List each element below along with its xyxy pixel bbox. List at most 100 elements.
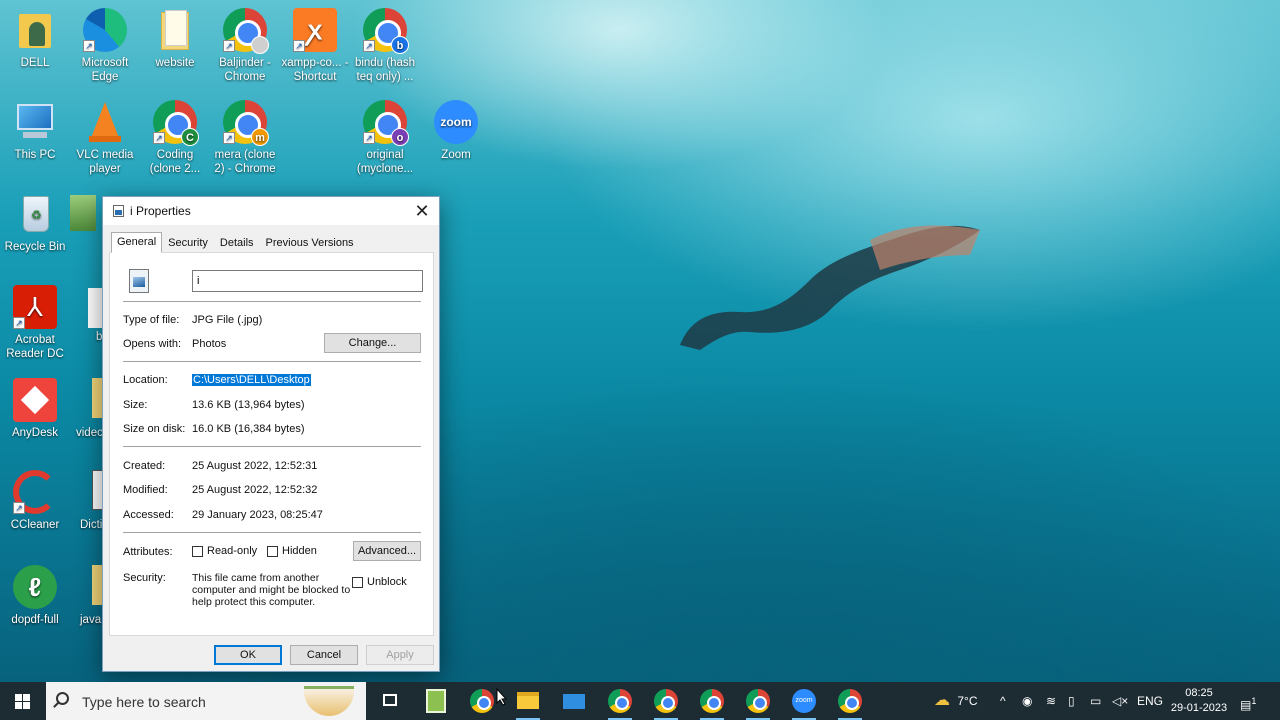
change-button[interactable]: Change... (324, 333, 421, 353)
chrome-icon (746, 689, 770, 713)
ok-button[interactable]: OK (214, 645, 282, 665)
desktop-icon-label: xampp-co... - Shortcut (281, 57, 349, 83)
desktop-icon-label: VLC media player (76, 149, 134, 175)
battery-icon: ▭ (1090, 694, 1102, 708)
desktop-icon-label: original (myclone... (356, 149, 414, 175)
security-label: Security: (123, 572, 166, 584)
chevron-up-icon: ^ (1000, 694, 1006, 708)
anydesk-icon (13, 378, 57, 422)
desktop-icon-baljinder-chrome[interactable]: ↗ Baljinder - Chrome (210, 8, 280, 84)
recycle-bin-icon: ♻ (13, 192, 57, 236)
language-indicator[interactable]: ENG (1137, 682, 1163, 720)
taskbar-app-chrome-1[interactable] (600, 686, 640, 720)
tab-security[interactable]: Security (162, 233, 214, 253)
desktop-icon-edge[interactable]: ↗ Microsoft Edge (70, 8, 140, 84)
chrome-icon: o ↗ (363, 100, 409, 146)
desktop-icon-dictionary[interactable]: Dicti (70, 470, 106, 532)
taskbar-app-mail[interactable] (554, 686, 594, 716)
apply-button[interactable]: Apply (366, 645, 434, 665)
dopdf-icon: ℓ (13, 565, 57, 609)
desktop-icon-zoom[interactable]: zoom Zoom (421, 100, 491, 162)
shortcut-arrow-icon: ↗ (83, 40, 95, 52)
device-button[interactable]: ▯ (1068, 682, 1075, 720)
desktop-icon-label: website (155, 57, 195, 69)
desktop-icon-recycle-bin[interactable]: ♻ Recycle Bin (0, 192, 70, 254)
taskbar-app-chrome-3[interactable] (692, 686, 732, 720)
shortcut-arrow-icon: ↗ (13, 502, 25, 514)
volume-button[interactable]: ◁× (1112, 682, 1128, 720)
shortcut-arrow-icon: ↗ (223, 40, 235, 52)
desktop-icon-coding-chrome[interactable]: C ↗ Coding (clone 2... (140, 100, 210, 176)
taskbar-app-file-explorer[interactable] (508, 686, 548, 720)
search-highlight-illustration (304, 686, 354, 716)
wifi-icon: ≋ (1046, 694, 1057, 708)
desktop-icon-label: This PC (14, 149, 56, 161)
unblock-checkbox[interactable]: Unblock (352, 576, 407, 588)
taskbar-app-zoom[interactable]: zoom (784, 686, 824, 720)
chrome-icon: m ↗ (223, 100, 269, 146)
notification-center-button[interactable]: ▤1 (1240, 682, 1256, 720)
desktop-icon-ccleaner[interactable]: ↗ CCleaner (0, 470, 70, 532)
desktop-icon-label: bindu (hash teq only) ... (354, 57, 416, 83)
checkbox-box[interactable] (352, 576, 363, 588)
accessed-label: Accessed: (123, 509, 174, 521)
desktop-icon-anydesk[interactable]: AnyDesk (0, 378, 70, 440)
advanced-button[interactable]: Advanced... (353, 541, 421, 561)
desktop-icon-java-folder[interactable]: java (70, 565, 106, 627)
ccleaner-icon: ↗ (13, 470, 57, 514)
hidden-checkbox[interactable]: Hidden (267, 545, 317, 557)
desktop-icon-dell[interactable]: DELL (0, 8, 70, 70)
close-icon: ✕ (414, 201, 430, 221)
weather-widget[interactable]: ☁ 7°C (934, 682, 977, 720)
shortcut-arrow-icon: ↗ (293, 40, 305, 52)
desktop-icon-website[interactable]: website (140, 8, 210, 70)
desktop-icon-acrobat[interactable]: ⅄ ↗ Acrobat Reader DC (0, 285, 70, 361)
desktop-icon-label: Zoom (441, 149, 471, 161)
show-hidden-icons-button[interactable]: ^ (1000, 682, 1006, 720)
desktop-icon-label: Recycle Bin (4, 241, 66, 253)
checkbox-box[interactable] (192, 545, 203, 557)
task-view-button[interactable] (370, 686, 410, 716)
acrobat-icon: ⅄ ↗ (13, 285, 57, 329)
desktop-icon-xampp[interactable]: ꭗ ↗ xampp-co... - Shortcut (280, 8, 350, 84)
location-value[interactable]: C:\Users\DELL\Desktop (192, 374, 311, 386)
modified-label: Modified: (123, 484, 168, 496)
cancel-button[interactable]: Cancel (290, 645, 358, 665)
desktop-icon-mera-chrome[interactable]: m ↗ mera (clone 2) - Chrome (210, 100, 280, 176)
divider (123, 532, 421, 533)
tab-previous-versions[interactable]: Previous Versions (260, 233, 360, 253)
taskbar-app-chrome-5[interactable] (830, 686, 870, 720)
desktop-icon-label: Microsoft Edge (81, 57, 129, 83)
meet-now-button[interactable]: ◉ (1022, 682, 1032, 720)
taskbar-app-chrome-4[interactable] (738, 686, 778, 720)
checkbox-box[interactable] (267, 545, 278, 557)
filename-input[interactable] (192, 270, 423, 292)
desktop-icon-label: DELL (20, 57, 50, 69)
dialog-titlebar[interactable]: i Properties ✕ (103, 197, 439, 225)
start-button[interactable] (0, 682, 46, 720)
profile-avatar-icon (251, 36, 269, 54)
image-file-icon (70, 195, 96, 239)
desktop-icon-this-pc[interactable]: This PC (0, 100, 70, 162)
shortcut-arrow-icon: ↗ (153, 132, 165, 144)
taskbar-search-box[interactable]: Type here to search (46, 682, 366, 720)
tab-details[interactable]: Details (214, 233, 260, 253)
readonly-checkbox[interactable]: Read-only (192, 545, 257, 557)
desktop-icon-partial-image[interactable] (70, 195, 100, 239)
computer-icon (13, 100, 57, 144)
tab-general[interactable]: General (111, 232, 163, 253)
close-button[interactable]: ✕ (411, 200, 433, 222)
notification-count: 1 (1251, 696, 1257, 706)
network-button[interactable]: ≋ (1046, 682, 1056, 720)
desktop-icon-dopdf[interactable]: ℓ dopdf-full (0, 565, 70, 627)
shortcut-arrow-icon: ↗ (223, 132, 235, 144)
desktop-icon-videos-folder[interactable]: videc (70, 378, 106, 440)
desktop-icon-original-chrome[interactable]: o ↗ original (myclone... (350, 100, 420, 176)
taskbar-clock[interactable]: 08:25 29-01-2023 (1164, 686, 1234, 716)
desktop-icon-vlc[interactable]: VLC media player (70, 100, 140, 176)
taskbar-app-notepad[interactable] (416, 686, 456, 716)
location-text[interactable]: C:\Users\DELL\Desktop (192, 374, 311, 386)
desktop-icon-bindu-chrome[interactable]: b ↗ bindu (hash teq only) ... (350, 8, 420, 84)
taskbar-app-chrome-2[interactable] (646, 686, 686, 720)
battery-button[interactable]: ▭ (1090, 682, 1101, 720)
